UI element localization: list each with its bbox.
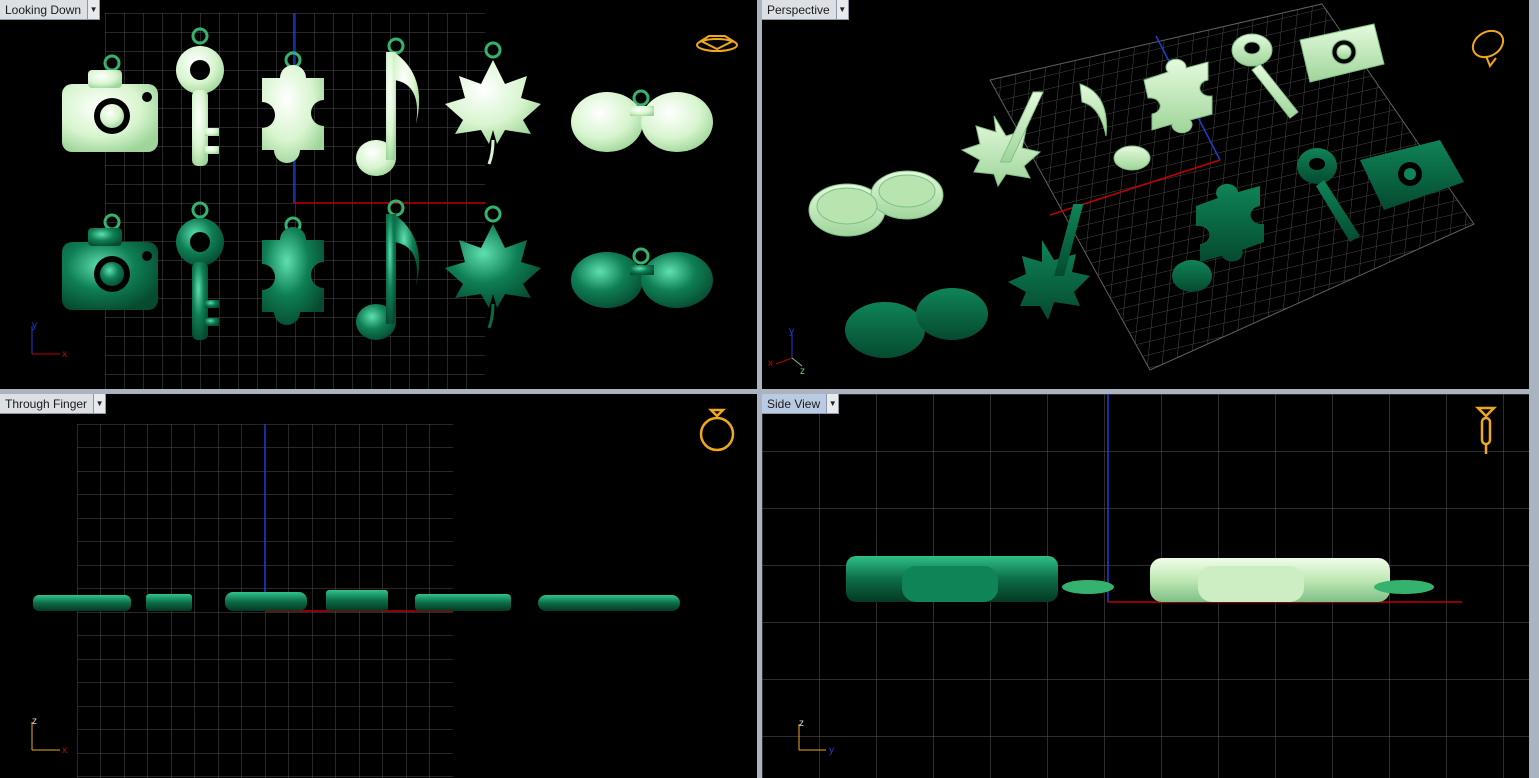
viewport-canvas: y x z [768,3,1508,377]
leaf-pendant-profile [415,594,511,611]
viewport-canvas: z x [31,408,735,778]
chevron-down-icon[interactable]: ▼ [87,0,100,19]
viewport-looking-down[interactable]: Looking Down ▼ y x [0,0,757,389]
axis-label-z: z [32,716,37,727]
glasses-pendant-dark [571,247,713,308]
glasses-pendant-dark [845,288,988,358]
chevron-down-icon[interactable]: ▼ [826,394,839,413]
viewport-perspective[interactable]: Perspective ▼ y x z [762,0,1529,389]
key-pendant-profile [146,594,192,611]
diamond-view-icon[interactable] [696,35,738,52]
axis-widget: y x z [768,326,805,377]
viewport-through-finger[interactable]: Through Finger ▼ z x [0,394,757,778]
viewport-title: Through Finger [5,397,88,411]
glasses-pendant-light [571,89,713,152]
maple-leaf-pendant-dark [1008,240,1090,320]
axis-label-z: z [800,366,805,377]
axis-label-y: y [789,326,794,337]
ring-front-icon[interactable] [699,408,735,452]
viewport-canvas: z y [762,394,1529,778]
glasses-pendant-profile [33,595,131,611]
axis-label-z: z [799,718,804,729]
viewport-title: Looking Down [5,3,82,17]
viewport-tab-side-view[interactable]: Side View ▼ [762,394,840,414]
viewport-tab-perspective[interactable]: Perspective ▼ [762,0,849,20]
chevron-down-icon[interactable]: ▼ [93,394,106,413]
puzzle-pendant-profile [225,592,307,611]
viewport-title: Perspective [767,3,830,17]
axis-label-y: y [32,320,37,331]
ring-perspective-icon[interactable] [1468,26,1508,69]
axis-widget: z x [31,716,67,756]
axis-label-x: x [62,349,67,360]
axis-widget: y x [31,320,67,360]
glasses-pendant-light [808,170,944,237]
viewport-tab-looking-down[interactable]: Looking Down ▼ [0,0,101,20]
music-note-pendant-profile [326,590,388,611]
axis-label-x: x [768,358,773,369]
viewport-title: Side View [767,397,821,411]
camera-pendant-profile [538,595,680,611]
axis-label-y: y [829,745,834,756]
viewport-side-view[interactable]: Side View ▼ z y [762,394,1529,778]
viewport-tab-through-finger[interactable]: Through Finger ▼ [0,394,107,414]
chevron-down-icon[interactable]: ▼ [835,0,848,19]
viewport-canvas: y x [31,13,738,389]
axis-label-x: x [62,745,67,756]
